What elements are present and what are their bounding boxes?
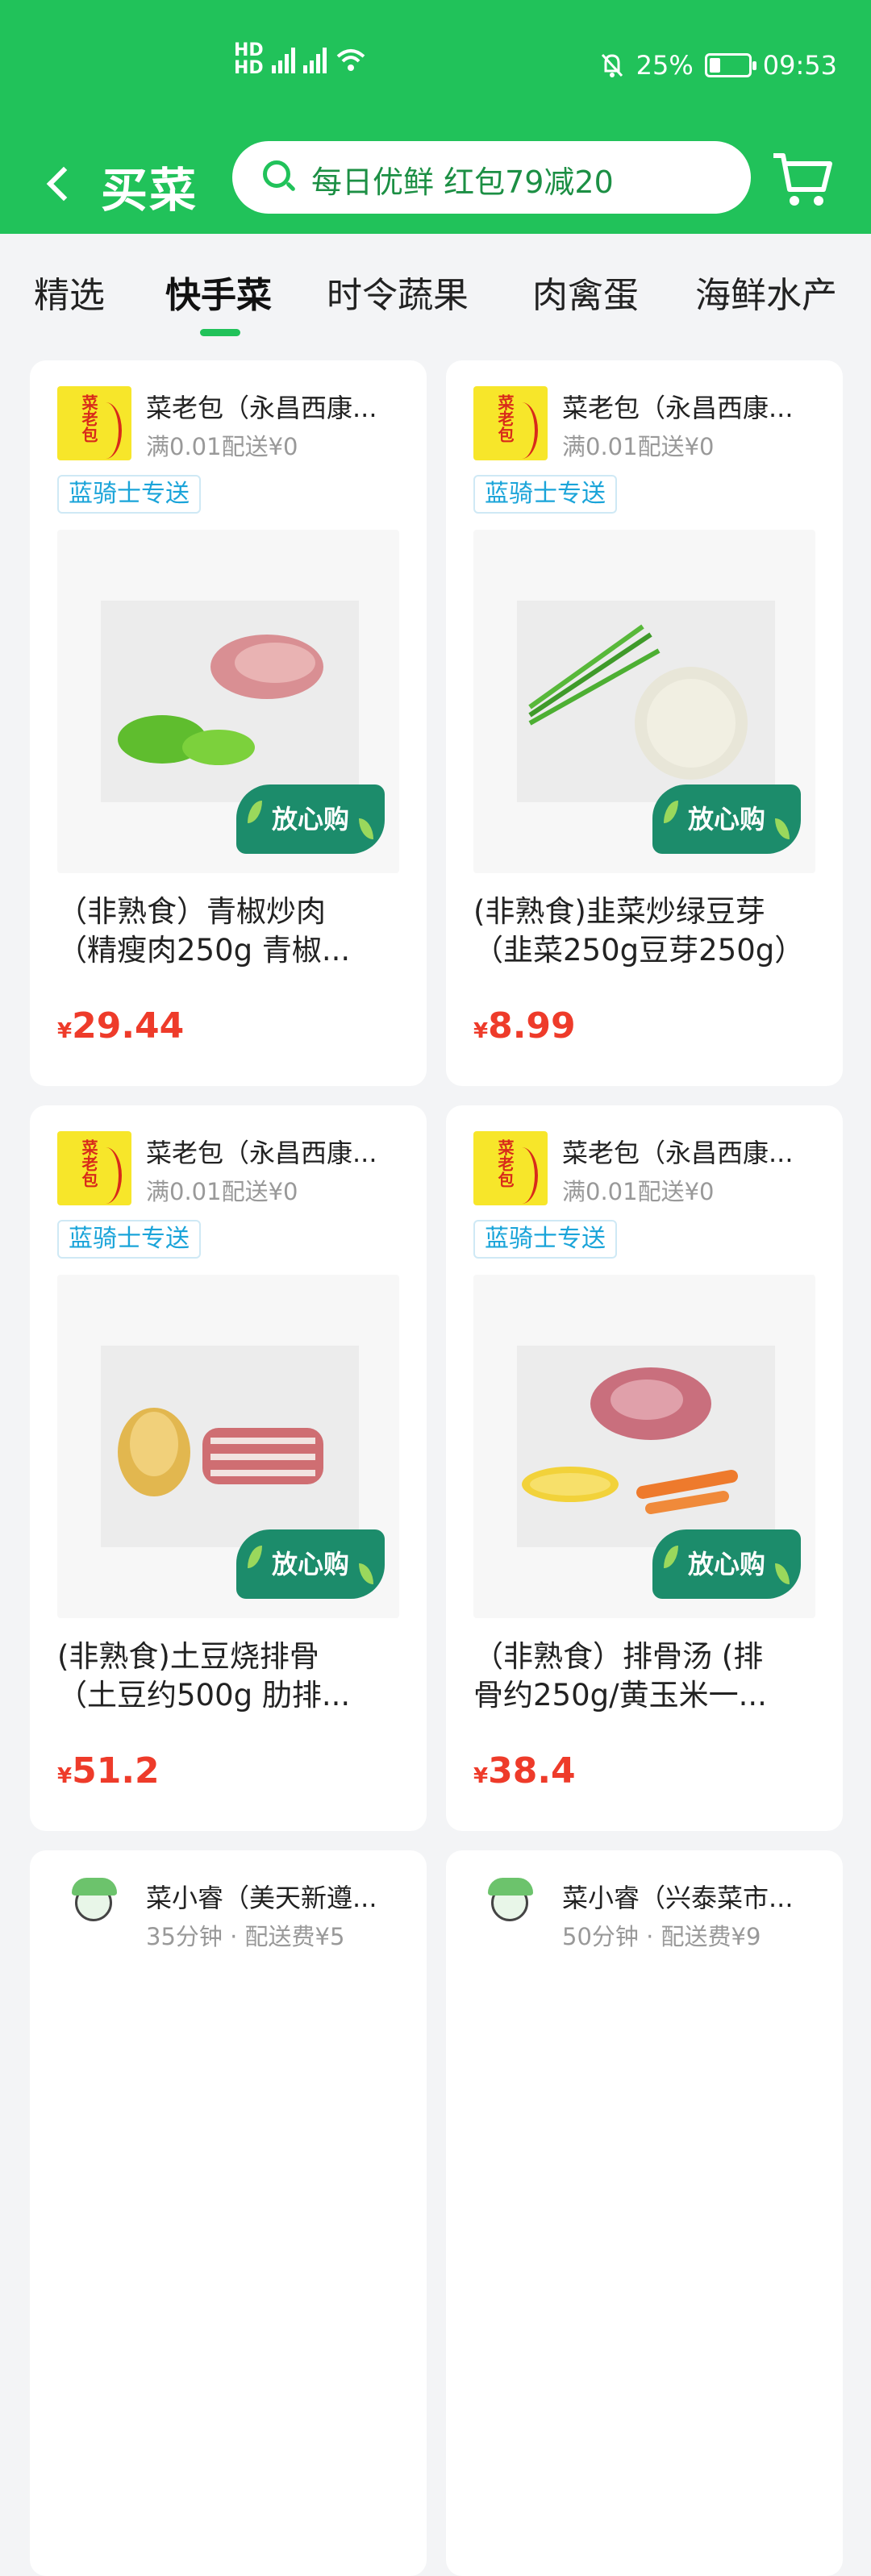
chevron-left-icon bbox=[46, 166, 81, 202]
signal-icon bbox=[271, 46, 295, 73]
network-indicators: HD HD bbox=[234, 42, 367, 77]
delivery-badge: 蓝骑士专送 bbox=[57, 475, 201, 514]
product-name[interactable]: （非熟食）青椒炒肉 （精瘦肉250g 青椒... bbox=[57, 893, 404, 970]
product-image[interactable]: 放心购 bbox=[57, 530, 399, 873]
product-name[interactable]: （非熟食）排骨汤 (排 骨约250g/黄玉米一... bbox=[473, 1638, 820, 1715]
page-title: 买菜 bbox=[101, 163, 198, 218]
shop-logo bbox=[473, 1876, 548, 1950]
category-tabs: 精选 快手菜 时令蔬果 肉禽蛋 海鲜水产 bbox=[0, 234, 871, 355]
product-name[interactable]: (非熟食)韭菜炒绿豆芽 （韭菜250g豆芽250g） bbox=[473, 893, 820, 970]
product-card[interactable]: 菜小睿（兴泰菜市... 50分钟 · 配送费¥9 bbox=[446, 1850, 843, 2576]
product-image[interactable]: 放心购 bbox=[57, 1275, 399, 1618]
hd-label-2: HD bbox=[234, 58, 264, 78]
delivery-info: 35分钟 · 配送费¥5 bbox=[146, 1923, 345, 1950]
back-button[interactable] bbox=[40, 159, 81, 207]
assured-badge: 放心购 bbox=[236, 1529, 385, 1599]
shop-name[interactable]: 菜小睿（兴泰菜市... bbox=[562, 1878, 820, 1915]
shop-name[interactable]: 菜老包（永昌西康... bbox=[562, 388, 820, 425]
product-name[interactable]: (非熟食)土豆烧排骨 （土豆约500g 肋排... bbox=[57, 1638, 404, 1715]
tab-haixian-shuichan[interactable]: 海鲜水产 bbox=[695, 266, 837, 318]
nav-bar: 买菜 每日优鲜 红包79减20 bbox=[0, 141, 871, 222]
assured-badge: 放心购 bbox=[652, 1529, 801, 1599]
shop-logo: 菜老包 bbox=[473, 386, 548, 460]
shop-logo: 菜老包 bbox=[473, 1131, 548, 1205]
search-placeholder: 每日优鲜 红包79减20 bbox=[311, 164, 614, 200]
shop-name[interactable]: 菜老包（永昌西康... bbox=[146, 1133, 404, 1170]
search-icon bbox=[263, 160, 296, 193]
battery-percent: 25% bbox=[636, 50, 694, 81]
product-card[interactable]: 菜小睿（美天新遵... 35分钟 · 配送费¥5 bbox=[30, 1850, 427, 2576]
shop-logo: 菜老包 bbox=[57, 1131, 131, 1205]
tab-kuaishoucai[interactable]: 快手菜 bbox=[165, 266, 272, 318]
app-header: HD HD 25% 09:53 买菜 每日优鲜 红包79减20 bbox=[0, 0, 871, 234]
product-price: ¥51.2 bbox=[57, 1750, 160, 1792]
delivery-info: 满0.01配送¥0 bbox=[562, 1178, 715, 1205]
product-image[interactable]: 放心购 bbox=[473, 530, 815, 873]
product-card[interactable]: 菜老包 菜老包（永昌西康... 满0.01配送¥0 蓝骑士专送 放心购 (非熟食… bbox=[446, 360, 843, 1086]
product-price: ¥29.44 bbox=[57, 1005, 185, 1047]
assured-badge: 放心购 bbox=[652, 784, 801, 854]
clock: 09:53 bbox=[762, 50, 837, 81]
shop-name[interactable]: 菜老包（永昌西康... bbox=[146, 388, 404, 425]
delivery-info: 满0.01配送¥0 bbox=[562, 433, 715, 460]
wifi-icon bbox=[336, 49, 365, 71]
delivery-info: 满0.01配送¥0 bbox=[146, 1178, 298, 1205]
product-card[interactable]: 菜老包 菜老包（永昌西康... 满0.01配送¥0 蓝骑士专送 放心购 （非熟食… bbox=[30, 360, 427, 1086]
assured-badge: 放心购 bbox=[236, 784, 385, 854]
tab-shiling-shuguo[interactable]: 时令蔬果 bbox=[327, 266, 469, 318]
product-price: ¥8.99 bbox=[473, 1005, 576, 1047]
shop-logo bbox=[57, 1876, 131, 1950]
hd-label-1: HD bbox=[234, 40, 264, 60]
delivery-info: 50分钟 · 配送费¥9 bbox=[562, 1923, 761, 1950]
shop-name[interactable]: 菜小睿（美天新遵... bbox=[146, 1878, 404, 1915]
product-price: ¥38.4 bbox=[473, 1750, 576, 1792]
product-card[interactable]: 菜老包 菜老包（永昌西康... 满0.01配送¥0 蓝骑士专送 放心购 （非熟食… bbox=[446, 1105, 843, 1831]
product-card[interactable]: 菜老包 菜老包（永昌西康... 满0.01配送¥0 蓝骑士专送 放心购 (非熟食… bbox=[30, 1105, 427, 1831]
battery-icon bbox=[704, 53, 756, 77]
shopping-cart-icon[interactable] bbox=[770, 148, 835, 212]
mute-bell-icon bbox=[601, 53, 623, 77]
status-right: 25% 09:53 bbox=[599, 50, 837, 81]
status-bar: HD HD 25% 09:53 bbox=[0, 32, 871, 97]
shop-name[interactable]: 菜老包（永昌西康... bbox=[562, 1133, 820, 1170]
signal-icon-2 bbox=[302, 46, 327, 73]
delivery-info: 满0.01配送¥0 bbox=[146, 433, 298, 460]
delivery-badge: 蓝骑士专送 bbox=[57, 1220, 201, 1259]
shop-logo: 菜老包 bbox=[57, 386, 131, 460]
delivery-badge: 蓝骑士专送 bbox=[473, 475, 617, 514]
active-tab-indicator bbox=[200, 329, 240, 336]
product-image[interactable]: 放心购 bbox=[473, 1275, 815, 1618]
search-input[interactable]: 每日优鲜 红包79减20 bbox=[232, 141, 751, 214]
tab-rouqindan[interactable]: 肉禽蛋 bbox=[532, 266, 639, 318]
tab-jingxuan[interactable]: 精选 bbox=[34, 266, 105, 318]
delivery-badge: 蓝骑士专送 bbox=[473, 1220, 617, 1259]
